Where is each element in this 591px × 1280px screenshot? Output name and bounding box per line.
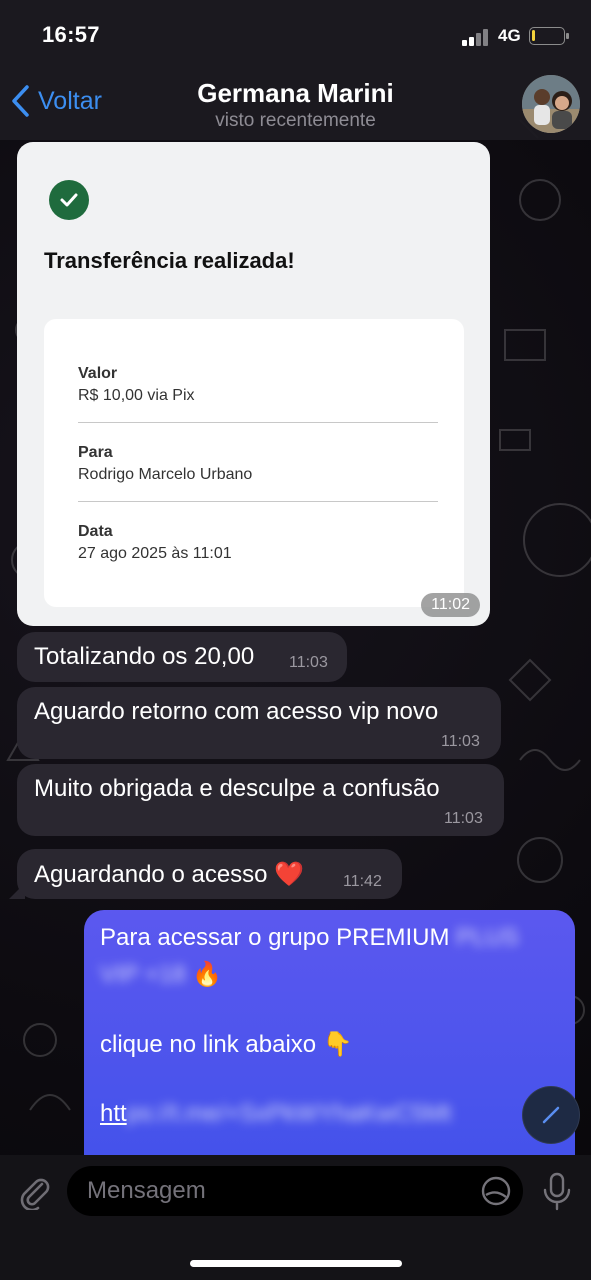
message-text: Aguardando o acesso ❤️ xyxy=(34,861,305,888)
incoming-message[interactable]: Totalizando os 20,00 11:03 xyxy=(17,632,347,682)
network-type: 4G xyxy=(498,26,521,45)
field-value: R$ 10,00 via Pix xyxy=(78,387,195,404)
message-time: 11:02 xyxy=(421,593,480,617)
check-icon xyxy=(542,1106,560,1124)
message-text-line: VIP +18 🔥 xyxy=(100,960,222,989)
contact-name[interactable]: Germana Marini xyxy=(0,78,591,109)
receipt-title: Transferência realizada! xyxy=(44,248,295,273)
scroll-down-button[interactable] xyxy=(522,1086,580,1144)
avatar[interactable] xyxy=(522,75,580,133)
blurred-text: VIP +18 xyxy=(100,961,186,988)
field-value: Rodrigo Marcelo Urbano xyxy=(78,466,253,483)
field-label: Valor xyxy=(78,365,118,382)
incoming-message[interactable]: Aguardo retorno com acesso vip novo 11:0… xyxy=(17,687,501,759)
receipt-details-card: Valor R$ 10,00 via Pix Para Rodrigo Marc… xyxy=(44,319,464,607)
message-link[interactable]: https://t.me/+SxPkWYhaKwC5Mt xyxy=(100,1100,451,1128)
field-label: Para xyxy=(78,444,113,461)
status-bar: 16:57 4G xyxy=(0,0,591,72)
message-text-line: clique no link abaixo 👇 xyxy=(100,1031,353,1058)
message-text: Aguardo retorno com acesso vip novo xyxy=(34,698,439,725)
microphone-icon[interactable] xyxy=(540,1172,574,1212)
divider xyxy=(78,501,438,502)
blurred-text: PLUS xyxy=(456,924,519,951)
message-text: Totalizando os 20,00 xyxy=(34,643,255,670)
receipt-field-para: Para Rodrigo Marcelo Urbano xyxy=(78,444,438,484)
message-text-line: Para acessar o grupo PREMIUM PLUS xyxy=(100,924,519,951)
paperclip-icon[interactable] xyxy=(15,1172,53,1210)
contact-status: visto recentemente xyxy=(215,110,376,131)
home-indicator xyxy=(190,1260,402,1267)
chat-header: 16:57 4G Voltar Germana Marini visto rec… xyxy=(0,0,591,140)
receipt-image-message[interactable]: Transferência realizada! Valor R$ 10,00 … xyxy=(17,142,490,626)
field-label: Data xyxy=(78,523,113,540)
blurred-link: ps://t.me/+SxPkWYhaKwC5Mt xyxy=(126,1100,452,1127)
message-time: 11:42 xyxy=(343,873,382,890)
divider xyxy=(78,422,438,423)
message-time: 11:03 xyxy=(444,810,483,827)
message-time: 11:03 xyxy=(289,654,328,671)
message-time: 11:03 xyxy=(441,733,480,750)
sticker-icon[interactable] xyxy=(480,1175,512,1207)
check-circle-icon xyxy=(49,180,89,220)
receipt-field-valor: Valor R$ 10,00 via Pix xyxy=(78,365,438,405)
incoming-message[interactable]: Aguardando o acesso ❤️ 11:42 xyxy=(17,849,402,899)
message-text: Muito obrigada e desculpe a confusão xyxy=(34,775,440,802)
status-time: 16:57 xyxy=(42,22,100,47)
incoming-message[interactable]: Muito obrigada e desculpe a confusão 11:… xyxy=(17,764,504,836)
field-value: 27 ago 2025 às 11:01 xyxy=(78,545,232,562)
message-input[interactable] xyxy=(67,1166,523,1216)
receipt-field-data: Data 27 ago 2025 às 11:01 xyxy=(78,523,438,563)
fire-emoji: 🔥 xyxy=(192,961,223,988)
signal-icon xyxy=(462,28,492,46)
battery-icon xyxy=(529,27,569,45)
